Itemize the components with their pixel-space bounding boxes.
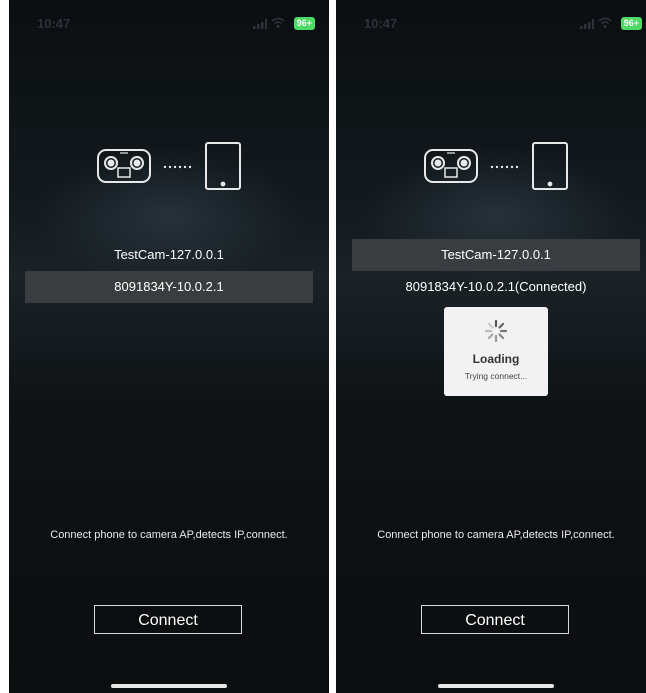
device-item-8091834y[interactable]: 8091834Y-10.0.2.1(Connected) [352, 271, 640, 303]
wifi-icon [271, 17, 285, 28]
dots-connector [490, 165, 519, 169]
device-item-8091834y[interactable]: 8091834Y-10.0.2.1 [25, 271, 313, 303]
camera-phone-illustration [97, 142, 241, 190]
device-item-testcam[interactable]: TestCam-127.0.0.1 [25, 239, 313, 271]
hint-text: Connect phone to camera AP,detects IP,co… [50, 529, 288, 541]
phone-screen-left: 10:47 96+ TestCam-127.0.0.1 8091834Y-10.… [9, 0, 329, 693]
status-time: 10:47 [364, 16, 398, 31]
phone-screen-right: 10:47 96+ TestCam-127.0.0.1 8091834Y-10.… [336, 0, 646, 693]
tablet-icon [205, 142, 241, 190]
wifi-icon [598, 17, 612, 28]
camera-icon [424, 149, 478, 183]
signal-icon [253, 19, 267, 29]
home-indicator[interactable] [438, 684, 554, 688]
hint-text: Connect phone to camera AP,detects IP,co… [377, 529, 615, 541]
spinner-icon [484, 319, 508, 343]
connect-button[interactable]: Connect [94, 605, 242, 634]
device-item-testcam[interactable]: TestCam-127.0.0.1 [352, 239, 640, 271]
loading-dialog: Loading Trying connect... [444, 307, 548, 396]
camera-phone-illustration [424, 142, 568, 190]
status-bar: 10:47 96+ [9, 13, 329, 33]
status-bar: 10:47 96+ [336, 13, 646, 33]
battery-icon: 96+ [293, 17, 315, 30]
tablet-icon [532, 142, 568, 190]
loading-title: Loading [472, 352, 520, 366]
connect-button[interactable]: Connect [421, 605, 569, 634]
loading-subtitle: Trying connect... [464, 371, 528, 381]
battery-icon: 96+ [620, 17, 642, 30]
status-time: 10:47 [37, 16, 71, 31]
camera-icon [97, 149, 151, 183]
dots-connector [163, 165, 192, 169]
home-indicator[interactable] [111, 684, 227, 688]
signal-icon [580, 19, 594, 29]
